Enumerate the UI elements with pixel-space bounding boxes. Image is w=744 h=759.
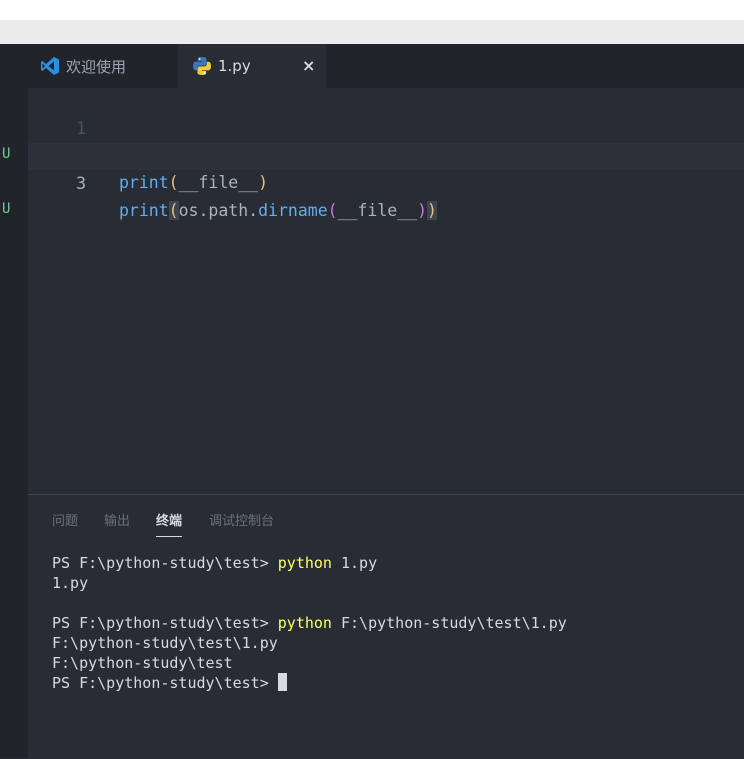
tab-problems[interactable]: 问题 <box>52 510 78 529</box>
terminal-cursor <box>277 673 287 691</box>
code-editor[interactable]: 1 import os 2 print(__file__) 3 print(os… <box>28 88 744 494</box>
vscode-logo-icon <box>40 56 60 76</box>
code-token: ( <box>327 201 338 220</box>
code-token: ( <box>168 173 179 192</box>
terminal-output-line: F:\python-study\test\1.py <box>52 634 278 652</box>
terminal-output-line: F:\python-study\test <box>52 654 233 672</box>
tab-debug-console[interactable]: 调试控制台 <box>209 510 274 529</box>
terminal-prompt: PS F:\python-study\test> <box>52 674 278 692</box>
code-token: os.path. <box>178 201 259 220</box>
tab-output[interactable]: 输出 <box>104 510 130 529</box>
tab-welcome[interactable]: 欢迎使用 <box>28 44 178 88</box>
code-token: print <box>119 201 169 220</box>
terminal-output-line: 1.py <box>52 574 89 592</box>
line-number: 3 <box>76 174 86 193</box>
code-token: __file__ <box>337 201 418 220</box>
tab-terminal[interactable]: 终端 <box>156 510 183 537</box>
tab-1-py[interactable]: 1.py × <box>178 44 326 88</box>
untracked-badge: U <box>2 201 11 217</box>
code-token: ( <box>168 201 179 220</box>
editor-tab-bar: 欢迎使用 1.py × <box>0 44 744 88</box>
code-token: ) <box>417 201 427 220</box>
tab-welcome-label: 欢迎使用 <box>66 57 127 76</box>
explorer-sidebar-edge: U U <box>0 88 28 758</box>
terminal-output[interactable]: PS F:\python-study\test> python 1.py 1.p… <box>52 553 567 693</box>
terminal-argument: F:\python-study\test\1.py <box>331 614 567 632</box>
terminal-command: python <box>277 614 332 632</box>
code-token: ) <box>427 201 437 220</box>
code-text: print(__file__) <box>119 169 268 196</box>
tab-1-py-label: 1.py <box>218 57 251 75</box>
window-top-bar <box>0 0 744 20</box>
bottom-panel: 问题 输出 终端 调试控制台 PS F:\python-study\test> … <box>28 494 744 759</box>
terminal-prompt: PS F:\python-study\test> <box>52 554 278 572</box>
code-token: __file__ <box>178 173 259 192</box>
code-token: ) <box>258 173 269 192</box>
terminal-prompt: PS F:\python-study\test> <box>52 614 278 632</box>
title-strip <box>0 20 744 44</box>
code-token: print <box>119 173 169 192</box>
code-line: 1 import os <box>28 88 744 165</box>
code-token: dirname <box>258 201 328 220</box>
code-text: print(os.path.dirname(__file__)) <box>119 197 437 224</box>
terminal-command: python <box>277 554 332 572</box>
code-line-active: 3 print(os.path.dirname(__file__)) <box>28 143 744 220</box>
python-icon <box>192 56 212 76</box>
code-line: 2 print(__file__) <box>28 115 744 192</box>
close-tab-icon[interactable]: × <box>302 56 315 75</box>
untracked-badge: U <box>2 146 11 162</box>
terminal-argument: 1.py <box>331 554 378 572</box>
